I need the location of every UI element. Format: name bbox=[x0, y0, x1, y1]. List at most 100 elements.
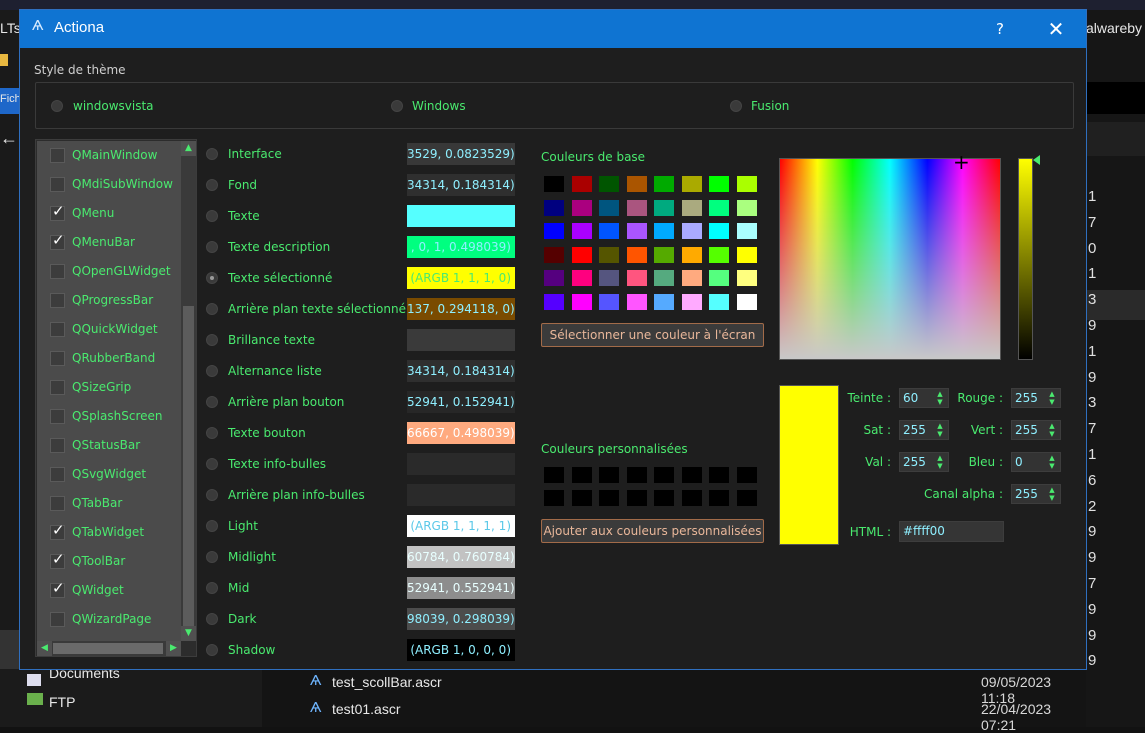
spin-arrows-icon[interactable]: ▲ ▼ bbox=[1045, 454, 1059, 470]
widget-checkbox[interactable]: ✓ bbox=[50, 550, 65, 569]
basic-color-swatch[interactable] bbox=[736, 270, 757, 286]
basic-color-swatch[interactable] bbox=[654, 199, 674, 216]
basic-color-swatch[interactable] bbox=[709, 176, 729, 192]
role-color-button[interactable] bbox=[407, 453, 515, 475]
basic-color-swatch[interactable] bbox=[681, 176, 702, 192]
basic-color-swatch[interactable] bbox=[599, 176, 619, 192]
role-radio[interactable] bbox=[206, 396, 218, 408]
widget-list-item[interactable]: QWizardPage bbox=[37, 605, 181, 634]
role-radio[interactable] bbox=[206, 489, 218, 501]
basic-color-swatch[interactable] bbox=[626, 223, 647, 239]
widget-list-item[interactable]: ✓ QMenuBar bbox=[37, 228, 181, 257]
back-arrow-icon[interactable]: ← bbox=[0, 128, 18, 149]
custom-color-swatch[interactable] bbox=[736, 467, 757, 483]
role-color-button[interactable]: 3529, 0.0823529) bbox=[407, 143, 515, 165]
widget-checkbox[interactable] bbox=[50, 496, 65, 511]
widget-list-item[interactable]: QMainWindow bbox=[37, 141, 181, 170]
basic-color-swatch[interactable] bbox=[571, 199, 592, 216]
role-color-button[interactable]: 34314, 0.184314) bbox=[407, 174, 515, 196]
widget-checkbox[interactable] bbox=[50, 612, 65, 627]
basic-color-swatch[interactable] bbox=[626, 199, 647, 216]
html-color-input[interactable]: #ffff00 bbox=[899, 521, 1004, 542]
role-radio[interactable] bbox=[206, 303, 218, 315]
role-color-button[interactable]: 52941, 0.552941) bbox=[407, 577, 515, 599]
custom-color-swatch[interactable] bbox=[681, 490, 702, 506]
role-label[interactable]: Texte info-bulles bbox=[228, 457, 326, 471]
role-radio[interactable] bbox=[206, 644, 218, 656]
widget-checkbox[interactable]: ✓ bbox=[50, 521, 65, 540]
role-color-button[interactable]: (ARGB 1, 1, 1, 0) bbox=[407, 267, 515, 289]
spin-arrows-icon[interactable]: ▲ ▼ bbox=[1045, 486, 1059, 502]
basic-color-swatch[interactable] bbox=[599, 246, 619, 263]
role-color-button[interactable]: (ARGB 1, 1, 1, 1) bbox=[407, 515, 515, 537]
basic-color-swatch[interactable] bbox=[709, 246, 729, 263]
basic-color-swatch[interactable] bbox=[544, 246, 564, 263]
role-label[interactable]: Alternance liste bbox=[228, 364, 322, 378]
role-label[interactable]: Fond bbox=[228, 178, 257, 192]
role-color-button[interactable] bbox=[407, 329, 515, 351]
basic-color-swatch[interactable] bbox=[654, 223, 674, 239]
role-label[interactable]: Texte sélectionné bbox=[228, 271, 332, 285]
help-button[interactable]: ? bbox=[985, 16, 1015, 42]
role-radio[interactable] bbox=[206, 458, 218, 470]
custom-color-swatch[interactable] bbox=[571, 490, 592, 506]
role-radio[interactable] bbox=[206, 520, 218, 532]
basic-color-swatch[interactable] bbox=[681, 270, 702, 286]
role-radio[interactable] bbox=[206, 210, 218, 222]
custom-color-swatch[interactable] bbox=[626, 490, 647, 506]
role-label[interactable]: Mid bbox=[228, 581, 249, 595]
basic-color-swatch[interactable] bbox=[571, 293, 592, 310]
role-color-button[interactable]: 98039, 0.298039) bbox=[407, 608, 515, 630]
widget-list-item[interactable]: ✓ QMenu bbox=[37, 199, 181, 228]
file-name[interactable]: test01.ascr bbox=[332, 701, 400, 717]
alpha-spinbox[interactable]: 255 ▲ ▼ bbox=[1011, 484, 1061, 504]
basic-color-swatch[interactable] bbox=[571, 223, 592, 239]
widget-checkbox[interactable] bbox=[50, 380, 65, 395]
basic-color-swatch[interactable] bbox=[681, 223, 702, 239]
role-label[interactable]: Brillance texte bbox=[228, 333, 315, 347]
role-label[interactable]: Interface bbox=[228, 147, 282, 161]
theme-radio-fusion[interactable] bbox=[730, 100, 742, 112]
role-label[interactable]: Midlight bbox=[228, 550, 276, 564]
widget-checkbox[interactable] bbox=[50, 351, 65, 366]
role-color-button[interactable]: 66667, 0.498039) bbox=[407, 422, 515, 444]
role-radio[interactable] bbox=[206, 427, 218, 439]
basic-color-swatch[interactable] bbox=[681, 199, 702, 216]
role-color-button[interactable] bbox=[407, 205, 515, 227]
close-button[interactable]: ✕ bbox=[1041, 14, 1071, 44]
widget-list-item[interactable]: QMdiSubWindow bbox=[37, 170, 181, 199]
widget-list-item[interactable]: ✓ QToolBar bbox=[37, 547, 181, 576]
basic-color-swatch[interactable] bbox=[654, 246, 674, 263]
vertical-scrollbar[interactable]: ▲ ▼ bbox=[181, 141, 196, 641]
role-color-button[interactable]: 137, 0.294118, 0) bbox=[407, 298, 515, 320]
theme-radio-windowsvista[interactable] bbox=[51, 100, 63, 112]
scroll-down-arrow-icon[interactable]: ▼ bbox=[181, 626, 196, 641]
custom-color-swatch[interactable] bbox=[709, 467, 729, 483]
basic-color-swatch[interactable] bbox=[599, 270, 619, 286]
title-bar[interactable]: Ѧ Actiona ? ✕ bbox=[20, 10, 1086, 48]
basic-color-swatch[interactable] bbox=[709, 199, 729, 216]
role-color-button[interactable]: (ARGB 1, 0, 0, 0) bbox=[407, 639, 515, 661]
custom-color-swatch[interactable] bbox=[544, 467, 564, 483]
basic-color-swatch[interactable] bbox=[654, 176, 674, 192]
widget-checkbox[interactable] bbox=[50, 148, 65, 163]
widget-checkbox[interactable] bbox=[50, 177, 65, 192]
widget-checkbox[interactable] bbox=[50, 438, 65, 453]
role-label[interactable]: Texte bouton bbox=[228, 426, 306, 440]
role-color-button[interactable]: 52941, 0.152941) bbox=[407, 391, 515, 413]
widget-list-item[interactable]: QTabBar bbox=[37, 489, 181, 518]
theme-label-windows[interactable]: Windows bbox=[412, 99, 466, 113]
basic-color-swatch[interactable] bbox=[599, 223, 619, 239]
custom-color-swatch[interactable] bbox=[736, 490, 757, 506]
pick-screen-color-button[interactable]: Sélectionner une couleur à l'écran bbox=[541, 323, 764, 347]
luminance-arrow-icon[interactable] bbox=[1033, 155, 1040, 165]
basic-color-swatch[interactable] bbox=[709, 293, 729, 310]
basic-color-swatch[interactable] bbox=[736, 223, 757, 239]
horizontal-scrollbar[interactable]: ◀ ▶ bbox=[37, 641, 181, 656]
widget-checkbox[interactable] bbox=[50, 293, 65, 308]
custom-color-swatch[interactable] bbox=[654, 490, 674, 506]
custom-color-swatch[interactable] bbox=[626, 467, 647, 483]
basic-color-swatch[interactable] bbox=[681, 293, 702, 310]
basic-color-swatch[interactable] bbox=[626, 293, 647, 310]
basic-color-swatch[interactable] bbox=[599, 293, 619, 310]
